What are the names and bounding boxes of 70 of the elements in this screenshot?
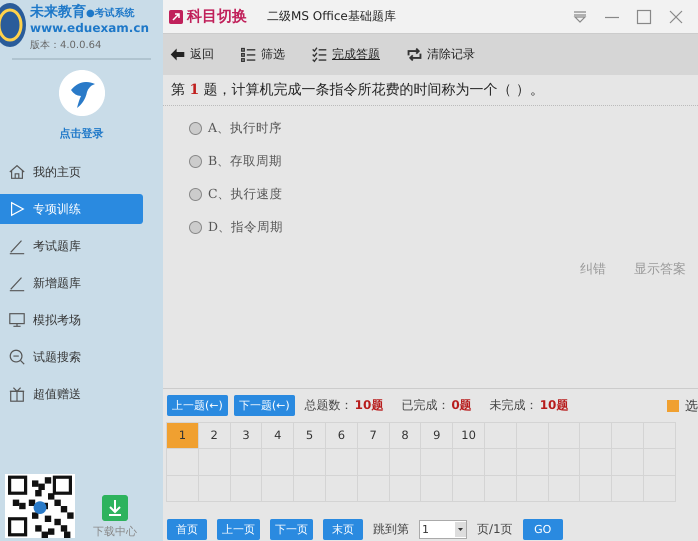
website-url: www.eduexam.cn (30, 21, 150, 35)
toolbar-button[interactable]: 筛选 (240, 46, 285, 63)
version-text: 版本：4.0.0.64 (30, 38, 102, 52)
home-icon (8, 163, 26, 181)
checklist-icon (311, 46, 328, 63)
question-number-cell[interactable]: 10 (453, 422, 485, 449)
qr-code-drawing (5, 474, 75, 538)
sidebar-item[interactable]: 试题搜索 (0, 342, 143, 372)
gift-icon (8, 385, 26, 403)
sidebar-item[interactable]: 我的主页 (0, 157, 143, 187)
answer-option[interactable]: C、执行速度 (189, 186, 698, 203)
radio-button[interactable] (189, 122, 202, 135)
subject-switch-label[interactable]: 科目切换 (187, 7, 247, 26)
page-total: 页/1页 (477, 520, 513, 538)
logo (0, 3, 26, 47)
question-text: 第 1 题，计算机完成一条指令所花费的时间称为一个（ ）。 (163, 75, 698, 106)
answer-option[interactable]: B、存取周期 (189, 153, 698, 170)
menu-icon[interactable] (572, 8, 588, 24)
question-number-cell[interactable]: 9 (421, 422, 454, 449)
stat-label: 未完成： (490, 397, 538, 414)
toolbar-button[interactable]: 清除记录 (406, 46, 475, 63)
question-number-cell[interactable]: 6 (326, 422, 358, 449)
list-icon (240, 46, 257, 63)
window-title: 二级MS Office基础题库 (267, 8, 396, 25)
stat-label: 已完成： (401, 397, 450, 414)
sidebar-item[interactable]: 新增题库 (0, 268, 143, 298)
play-icon (8, 200, 26, 218)
question-number-cell[interactable]: 2 (198, 422, 231, 449)
monitor-icon (8, 311, 26, 329)
maximize-icon[interactable] (636, 8, 652, 24)
legend-label: 选 (685, 398, 698, 414)
pager-button[interactable]: 下一页 (270, 518, 313, 540)
question-number-cell[interactable]: 1 (167, 422, 199, 449)
stat-value: 0题 (451, 397, 472, 414)
sidebar-item[interactable]: 超值赠送 (0, 379, 143, 409)
answer-option[interactable]: D、指令周期 (189, 219, 698, 236)
sidebar-item[interactable]: 模拟考场 (0, 305, 143, 335)
question-number-cell[interactable]: 5 (294, 422, 326, 449)
radio-button[interactable] (189, 221, 202, 234)
legend-swatch (667, 400, 679, 412)
pager-button[interactable]: 末页 (323, 518, 363, 540)
jump-label: 跳到第 (373, 520, 409, 538)
refresh-icon (406, 46, 423, 63)
question-number-cell[interactable]: 7 (358, 422, 390, 449)
page-dropdown[interactable]: 1 (419, 520, 467, 538)
question-number-cell[interactable]: 8 (390, 422, 422, 449)
dolphin-avatar[interactable] (58, 70, 104, 116)
radio-button[interactable] (189, 188, 202, 201)
left-arrow-icon (169, 46, 186, 63)
stat-value: 10题 (354, 397, 384, 414)
switch-icon[interactable] (169, 10, 183, 24)
pager-button[interactable]: 上一页 (217, 518, 260, 540)
sidebar-item[interactable]: 考试题库 (0, 231, 143, 261)
answer-option[interactable]: A、执行时序 (189, 120, 698, 137)
next-question-button[interactable]: 下一题(←) (234, 395, 295, 416)
toolbar-button[interactable]: 返回 (169, 46, 214, 63)
previous-question-button[interactable]: 上一题(←) (167, 395, 228, 416)
close-icon[interactable] (668, 8, 684, 24)
go-button[interactable]: GO (522, 518, 563, 540)
stat-label: 总题数： (304, 397, 353, 414)
radio-button[interactable] (189, 155, 202, 168)
stat-value: 10题 (540, 397, 568, 414)
pager-button[interactable]: 首页 (167, 518, 207, 540)
empty-cell (198, 449, 231, 476)
question-number-cell[interactable]: 3 (230, 422, 262, 449)
question-number-cell[interactable]: 4 (262, 422, 294, 449)
zoom-out-icon (8, 348, 26, 366)
brand-name: 未来教育●考试系统 (30, 3, 136, 21)
sidebar-item[interactable]: 专项训练 (0, 194, 143, 224)
download-icon[interactable] (102, 495, 128, 521)
